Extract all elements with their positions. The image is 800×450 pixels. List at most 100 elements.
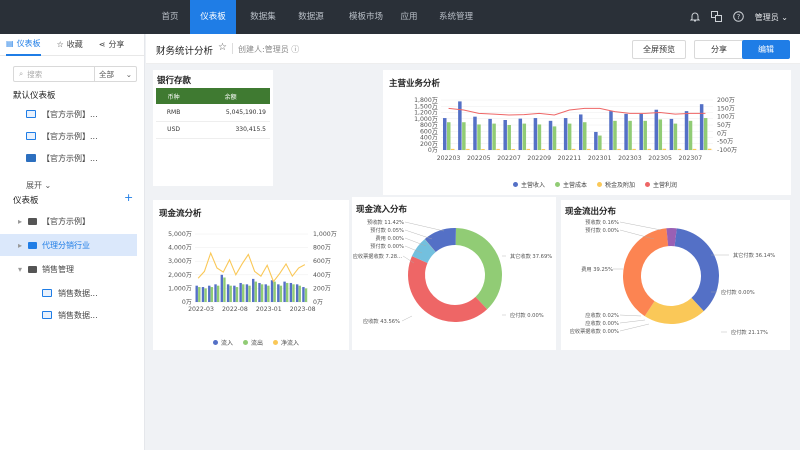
tree-dashboard[interactable]: 销售数据... [0, 282, 137, 304]
y-tick-label: 3,000万 [168, 258, 192, 265]
bar [302, 287, 305, 302]
label-leader-line [404, 221, 445, 232]
bar [617, 148, 621, 150]
translate-icon[interactable] [711, 11, 723, 23]
bar [481, 149, 485, 150]
table-cell: RMB [156, 104, 192, 122]
legend-item: 流入 [213, 338, 233, 347]
bar [567, 123, 572, 150]
x-tick-label: 202203 [437, 155, 461, 162]
caret-down-icon: ▾ [18, 264, 23, 274]
bar [703, 118, 708, 150]
add-icon[interactable]: + [124, 191, 133, 204]
tab-favorites[interactable]: ☆ 收藏 [57, 34, 83, 56]
bar [252, 278, 255, 302]
y-tick-label: 600万 [420, 128, 438, 135]
tree-folder[interactable]: ▾ 销售管理 [0, 258, 137, 280]
bar [210, 287, 214, 302]
bar [688, 120, 693, 150]
search-scope-select[interactable]: 全部 ⌄ [95, 66, 137, 82]
dashboard-header: 财务统计分析 ☆ 创建人:管理员 ⓘ 全屏预览 分享 编辑 [146, 34, 800, 64]
x-tick-label: 202303 [618, 155, 642, 162]
star-icon[interactable]: ☆ [218, 42, 227, 53]
legend-swatch [513, 182, 518, 187]
bar [233, 285, 236, 302]
tree-folder-selected[interactable]: ▸ 代理分销行业 [0, 234, 137, 256]
bar [279, 285, 283, 302]
slice-label: 应付款 21.17% [731, 328, 768, 336]
nav-dashboard[interactable]: 仪表板 [190, 0, 236, 34]
default-dashboard-item[interactable]: 【官方示例】... [0, 125, 137, 147]
bar [229, 285, 232, 302]
label-leader-line [619, 221, 662, 231]
sidebar: ▤ 仪表板 ☆ 收藏 ⋖ 分享 ⌕ 搜索 全部 ⌄ 默认仪表板 【官方示例】... 【官方… [0, 34, 145, 450]
user-menu[interactable]: 管理员 ⌄ [755, 12, 788, 23]
legend-item: 主营利润 [645, 180, 677, 189]
default-dashboard-item[interactable]: 【官方示例】... [0, 103, 137, 125]
x-tick-label: 2023-01 [256, 306, 282, 313]
card-title: 银行存款 [157, 76, 192, 86]
bar [548, 120, 553, 150]
dashboard-icon [26, 154, 36, 162]
default-dashboard-item[interactable]: 【官方示例】... [0, 147, 137, 169]
legend-item: 流出 [243, 338, 263, 347]
label-leader-line [619, 319, 646, 324]
bar [624, 113, 628, 150]
bar [673, 123, 678, 150]
fullscreen-preview-button[interactable]: 全屏预览 [632, 40, 686, 59]
slice-label: 费用 39.25% [581, 265, 613, 273]
dashboard-section-title: 仪表板 [13, 196, 39, 206]
slice-label: 应收款 0.00% [585, 319, 619, 327]
tab-share[interactable]: ⋖ 分享 [99, 34, 125, 56]
bar [260, 284, 264, 302]
bar [537, 124, 542, 150]
slice-label: 应收票据收款 7.28... [353, 252, 403, 260]
svg-text:?: ? [737, 13, 741, 21]
label-leader-line [619, 314, 642, 317]
legend-item: 主营成本 [555, 180, 587, 189]
share-button[interactable]: 分享 [694, 40, 744, 59]
table-cell: 5,045,190.19 [191, 104, 270, 122]
card-title: 现金流分析 [159, 209, 202, 219]
nav-apps[interactable]: 应用 [394, 0, 424, 34]
bar [677, 148, 682, 150]
x-tick-label: 202301 [588, 155, 612, 162]
tab-label: 分享 [108, 40, 125, 49]
bar [204, 288, 207, 302]
expand-toggle[interactable]: 展开 ⌄ [0, 174, 137, 196]
info-icon: ⓘ [291, 45, 300, 54]
nav-home[interactable]: 首页 [150, 0, 190, 34]
bar [669, 118, 674, 150]
edit-button[interactable]: 编辑 [742, 40, 790, 59]
y2-tick-label: 600万 [313, 258, 331, 265]
y2-tick-label: -50万 [717, 139, 733, 146]
bar [496, 148, 500, 150]
slice-label: 费用 0.00% [375, 234, 404, 242]
chevron-down-icon: ⌄ [44, 180, 52, 190]
x-tick-label: 202205 [467, 155, 491, 162]
tab-dashboard[interactable]: ▤ 仪表板 [6, 34, 41, 56]
nav-system-admin[interactable]: 系统管理 [428, 0, 484, 34]
legend-label: 流出 [251, 340, 264, 347]
y-tick-label: 4,000万 [168, 245, 192, 252]
notification-icon[interactable] [689, 11, 701, 23]
nav-datasource[interactable]: 数据源 [288, 0, 334, 34]
bar [639, 113, 643, 150]
bar [214, 284, 217, 302]
y2-tick-label: 150万 [717, 105, 735, 112]
profit-line [448, 107, 706, 116]
tree-folder[interactable]: ▸ 【官方示例】 [0, 210, 137, 232]
bar [220, 274, 224, 302]
dashboard-icon [42, 289, 52, 297]
search-input[interactable]: ⌕ 搜索 [13, 66, 95, 82]
tree-dashboard[interactable]: 销售数据... [0, 304, 137, 326]
nav-template-market[interactable]: 模板市场 [338, 0, 394, 34]
bar [692, 148, 697, 150]
bar [571, 148, 576, 150]
folder-icon [28, 265, 37, 273]
y2-tick-label: -100万 [717, 147, 737, 154]
y-tick-label: 1,000万 [414, 116, 438, 123]
help-icon[interactable]: ? [733, 11, 745, 23]
nav-dataset[interactable]: 数据集 [240, 0, 286, 34]
dashboard-icon [26, 110, 36, 118]
